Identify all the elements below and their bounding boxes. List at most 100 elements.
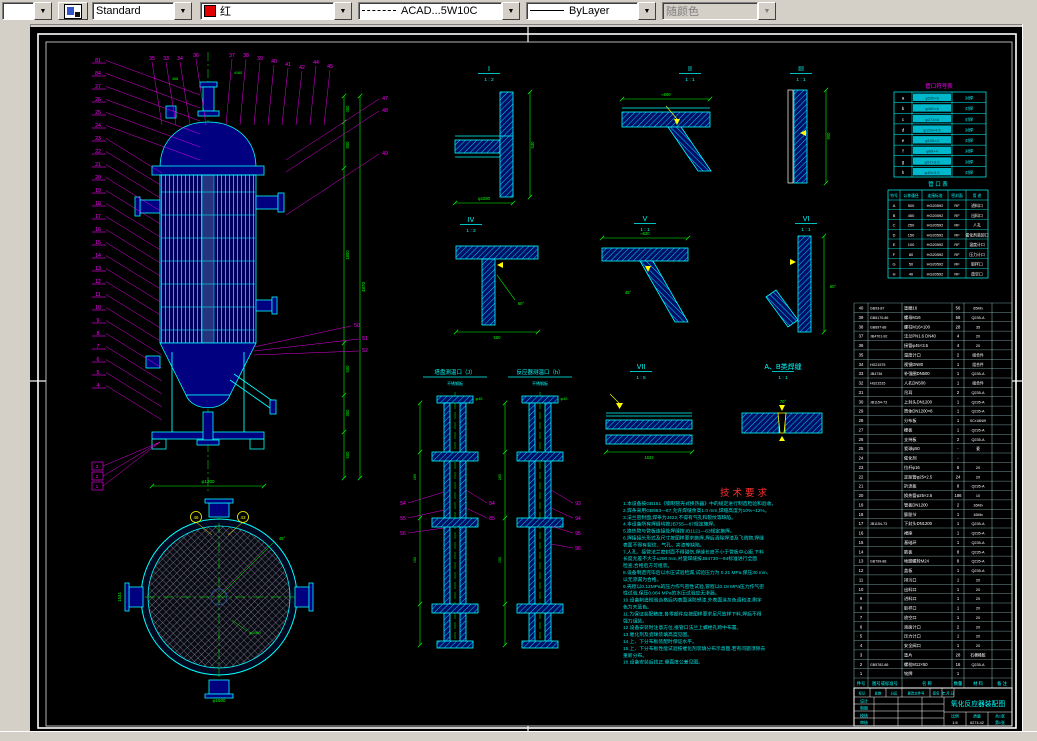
text-shape: 1 : 2 <box>484 77 494 83</box>
text-shape: VI <box>803 216 810 223</box>
lineweight-combo[interactable]: ByLayer ▼ <box>526 2 656 20</box>
text-shape: 20 <box>976 588 980 592</box>
cad-window: ▼ Standard ▼ 红 ▼ ACAD...5W10C ▼ ByLayer … <box>0 0 1037 741</box>
text-shape: φ1200 <box>202 479 215 484</box>
text-shape: 20 <box>976 597 980 601</box>
drawing-area[interactable]: 450 800 1800 500 350 600 4870 φ1200 468 4160 81 84 2… <box>30 27 1022 731</box>
text-shape: Q235-A <box>971 438 985 442</box>
text-shape: GB93-87 <box>870 307 884 311</box>
linetype-combo-arrow-icon[interactable]: ▼ <box>502 2 520 20</box>
rect-shape <box>516 603 564 614</box>
style-tool-icon[interactable] <box>58 2 88 20</box>
text-shape: 10.设备制造检验合格后内表面涂防锈漆,外表面涂灰色调和漆,刷字 <box>623 597 762 604</box>
text-shape: 900 <box>826 132 831 140</box>
rect-shape <box>601 247 689 262</box>
main-vessel-view[interactable] <box>134 52 285 492</box>
text-shape: ≈600 <box>661 92 671 97</box>
nozzle-detail[interactable]: 反应器测温口（h） 不锈钢板 260 150 φ45 93 94 95 96 <box>498 368 581 649</box>
text-shape: 8.设备制造完毕后以水压试验检漏,试验压力为 0.21 MPa,保压30 min… <box>623 569 768 576</box>
text-shape: 4160 <box>234 71 242 75</box>
color-combo-arrow-icon[interactable]: ▼ <box>334 2 352 20</box>
line-shape <box>105 138 163 174</box>
text-shape: 15 <box>859 540 864 545</box>
line-shape <box>253 338 360 352</box>
detail-IV[interactable]: IV 1 : 2 60° 560 <box>453 217 541 340</box>
text-shape: 人孔 <box>973 223 981 228</box>
detail-V[interactable]: V1 : 145°≈620 <box>599 216 691 323</box>
linetype-combo[interactable]: ACAD...5W10C ▼ <box>358 2 520 20</box>
text-shape: A <box>893 203 896 208</box>
rect-shape <box>431 517 479 528</box>
text-shape: GB6170-86 <box>870 316 888 320</box>
text-shape: 表面不得有裂纹、气孔、夹渣等缺陷。 <box>623 541 705 548</box>
text-shape: 对焊 <box>965 95 973 101</box>
text-shape: 4 <box>957 334 960 339</box>
line-shape <box>465 507 488 519</box>
color-value: 红 <box>220 6 231 18</box>
text-shape: 19 <box>859 502 864 507</box>
lineweight-combo-arrow-icon[interactable]: ▼ <box>638 2 656 20</box>
text-shape: 2 <box>957 502 960 507</box>
view-combo-arrow-icon[interactable]: ▼ <box>34 2 52 20</box>
style-tool-button[interactable] <box>58 2 88 20</box>
text-shape: 24 <box>95 123 101 129</box>
line-shape <box>233 373 275 403</box>
text-shape: 1 <box>957 362 960 367</box>
detail-III[interactable]: III 1 : 1 900 <box>787 66 831 186</box>
text-shape: φ89×4 <box>926 149 938 154</box>
rect-shape <box>128 586 144 608</box>
view-combo-field[interactable] <box>2 2 34 20</box>
detail-I[interactable]: I 1 : 2 530 φ1080 <box>452 66 535 206</box>
text-shape: 560 <box>494 335 502 340</box>
text-shape: 47 <box>382 96 388 102</box>
rect-shape <box>516 451 564 462</box>
line-shape <box>102 441 161 467</box>
line-shape <box>105 372 163 408</box>
text-style-combo[interactable]: Standard ▼ <box>92 2 192 20</box>
line-shape <box>253 350 360 356</box>
text-shape: φ1060 <box>249 630 261 635</box>
text-shape: b <box>902 106 905 111</box>
rect-shape <box>605 434 693 445</box>
text-shape: 定距管φ25×2.5 <box>904 473 933 480</box>
text-shape: 40 <box>271 59 277 65</box>
text-shape: 8 <box>860 606 863 611</box>
detail-II[interactable]: II 1 : 1 ≈600 <box>619 66 713 172</box>
text-shape: 51 <box>362 336 368 342</box>
text-shape: 80 <box>909 252 914 257</box>
text-shape: 制图 <box>860 705 868 711</box>
text-shape: 56 <box>400 531 406 537</box>
text-shape: 450 <box>345 105 350 113</box>
text-shape: 管口符号表 <box>925 82 953 90</box>
text-shape: 1632 <box>644 455 654 460</box>
detail-VII[interactable]: VII 1 : 5 1632 <box>603 364 695 460</box>
text-shape: RF <box>954 262 960 267</box>
text-shape: 对焊 <box>965 116 973 122</box>
tech-requirements: 技术要求1.本设备按GB151《钢制管壳式换热器》中的规定进行制造检验和验收。2… <box>623 487 776 666</box>
rect-shape <box>139 199 161 214</box>
text-shape: 350 <box>345 409 350 417</box>
text-shape: 46 <box>193 515 199 520</box>
rect-shape <box>294 586 310 608</box>
detail-AB-weld[interactable]: A、B类焊缝 1 : 1 70° <box>741 362 823 441</box>
text-style-arrow-icon[interactable]: ▼ <box>174 2 192 20</box>
nozzle-detail[interactable]: 塔盘测温口（J） 不锈钢板 260 150 φ45 54 55 56 84 85 <box>400 368 495 649</box>
text-shape: 1 : 1 <box>778 375 788 381</box>
text-shape: 10 <box>95 305 101 311</box>
text-shape: 94 <box>575 516 581 522</box>
text-shape: 2 <box>860 662 863 667</box>
tubesheet-view[interactable]: 45° 1534 φ1500 φ1060 43 46 <box>117 498 314 703</box>
path-shape <box>667 126 712 172</box>
drawing-svg[interactable]: 45080018005003506004870φ1200468416081842… <box>30 27 1022 731</box>
text-shape: 催化剂装卸口 <box>965 232 988 237</box>
text-shape: 25 <box>859 446 864 451</box>
text-shape: 8 <box>957 484 960 489</box>
text-shape: 20 <box>976 635 980 639</box>
line-shape <box>550 489 574 504</box>
text-shape: 22 <box>859 474 864 479</box>
color-combo[interactable]: 红 ▼ <box>200 2 352 20</box>
linetype-glyph <box>362 10 396 12</box>
text-shape: 组合件 <box>972 362 984 367</box>
detail-VI[interactable]: VI 1 : 1 60° <box>765 216 836 335</box>
view-combo[interactable]: ▼ <box>2 2 52 20</box>
